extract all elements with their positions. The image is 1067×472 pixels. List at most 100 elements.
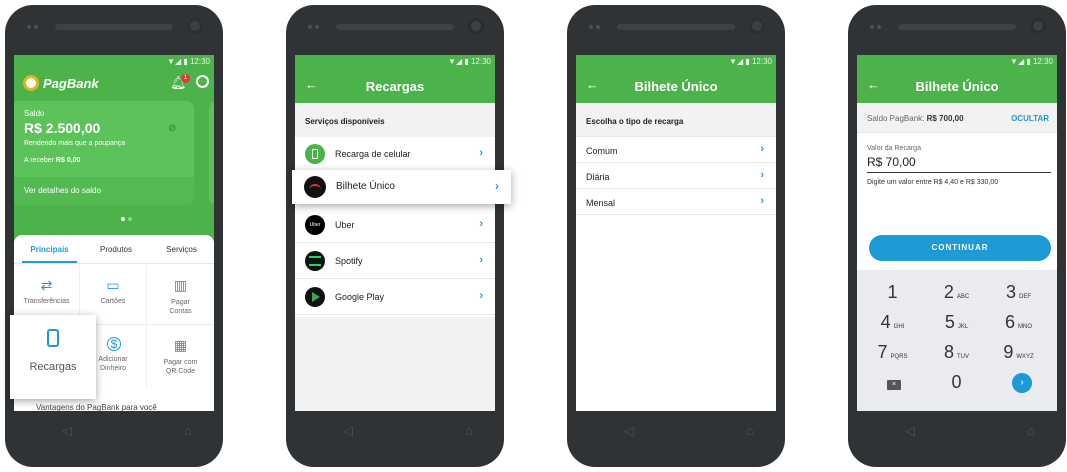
nav-back-icon[interactable]: ◁ (624, 423, 634, 439)
continue-button[interactable]: CONTINUAR (869, 235, 1051, 261)
eye-off-icon[interactable]: ⊘ (168, 123, 176, 134)
status-bar: ▼◢ ▮ 12:30 (857, 55, 1057, 69)
key-4[interactable]: 4 GHI (865, 312, 920, 333)
list-item-mensal[interactable]: Mensal › (576, 189, 776, 215)
section-title: Escolha o tipo de recarga (586, 117, 684, 126)
grid-item-recargas-highlight[interactable]: Recargas (10, 315, 96, 399)
tab-divider (14, 263, 214, 264)
nav-home-icon[interactable]: ⌂ (746, 423, 754, 438)
key-2[interactable]: 2 ABC (929, 282, 984, 303)
page-title: Bilhete Único (915, 79, 999, 94)
page-title: Bilhete Único (634, 79, 718, 94)
status-bar: ▼◢ ▮ 12:30 (576, 55, 776, 69)
recharge-amount-input[interactable]: R$ 70,00 (867, 155, 1051, 173)
phone-frame-3: ▼◢ ▮ 12:30 ← Bilhete Único Escolha o tip… (567, 5, 785, 467)
front-camera (1030, 18, 1046, 34)
grid-item-qr-code[interactable]: ▦ Pagar com QR Code (147, 325, 214, 387)
footer-text: Vantagens do PagBank para você (36, 403, 157, 411)
key-8[interactable]: 8 TUV (929, 342, 984, 363)
app-bar: ← Bilhete Único (576, 69, 776, 103)
list-item-google-play[interactable]: Google Play › (295, 279, 495, 315)
brand-name: PagBank (43, 76, 99, 91)
app-bar: ← Bilhete Único (857, 69, 1057, 103)
section-header: Escolha o tipo de recarga (576, 103, 776, 137)
screen-valor-recarga: ▼◢ ▮ 12:30 ← Bilhete Único Saldo PagBank… (857, 55, 1057, 411)
phone-frame-4: ▼◢ ▮ 12:30 ← Bilhete Único Saldo PagBank… (848, 5, 1066, 467)
yield-text: Rendendo mais que a poupança (24, 140, 126, 147)
recargas-label: Recargas (29, 361, 77, 373)
nav-home-icon[interactable]: ⌂ (1027, 423, 1035, 438)
phone-icon (305, 144, 325, 164)
key-6[interactable]: 6 MNO (991, 312, 1046, 333)
chevron-right-icon: › (479, 290, 483, 302)
list-item-spotify[interactable]: Spotify › (295, 243, 495, 279)
card-icon: ▭ (106, 277, 120, 293)
speaker-grille (336, 24, 454, 30)
key-9[interactable]: 9 WXYZ (991, 342, 1046, 363)
chevron-right-icon: › (479, 218, 483, 230)
front-camera (749, 18, 765, 34)
nav-home-icon[interactable]: ⌂ (465, 423, 473, 438)
chevron-right-icon: › (495, 179, 499, 193)
field-label: Valor da Recarga (867, 145, 921, 152)
phone-recharge-icon (47, 329, 59, 347)
chevron-right-icon: › (760, 169, 764, 181)
nav-back-icon[interactable]: ◁ (905, 423, 915, 439)
amount-hint: Digite um valor entre R$ 4,40 e R$ 330,0… (867, 179, 999, 186)
nav-home-icon[interactable]: ⌂ (184, 423, 192, 438)
android-nav-bar: ◁ ⌂ (295, 417, 495, 451)
barcode-icon: ▥ (173, 277, 188, 293)
balance-card[interactable]: Saldo R$ 2.500,00 ⊘ Rendendo mais que a … (14, 101, 194, 205)
details-link[interactable]: Ver detalhes do saldo (14, 177, 194, 205)
key-7[interactable]: 7 PQRS (865, 342, 920, 363)
key-5[interactable]: 5 JKL (929, 312, 984, 333)
tab-produtos[interactable]: Produtos (86, 245, 146, 254)
sensor-dots (27, 23, 47, 31)
balance-row: Saldo PagBank: R$ 700,00 OCULTAR (857, 103, 1057, 133)
hide-balance-link[interactable]: OCULTAR (1011, 114, 1049, 123)
list-item-comum[interactable]: Comum › (576, 137, 776, 163)
nav-back-icon[interactable]: ◁ (343, 423, 353, 439)
bilhete-unico-icon (304, 176, 326, 198)
next-card-peek[interactable] (209, 101, 214, 205)
list-item-uber[interactable]: Uber Uber › (295, 207, 495, 243)
balance-value: R$ 2.500,00 (24, 120, 101, 136)
balance-label: Saldo (24, 109, 45, 118)
list-item-recarga-celular[interactable]: Recarga de celular › (295, 137, 495, 171)
front-camera (468, 18, 484, 34)
speaker-grille (617, 24, 735, 30)
notification-badge: 1 (181, 74, 190, 83)
keypad-next-button[interactable]: › (1012, 373, 1032, 393)
chevron-right-icon: › (760, 143, 764, 155)
add-money-icon: $ (107, 337, 121, 351)
google-play-icon (305, 287, 325, 307)
phone-frame-2: ▼◢ ▮ 12:30 ← Recargas Serviços disponíve… (286, 5, 504, 467)
chevron-right-icon: › (479, 254, 483, 266)
grid-item-pagar-contas[interactable]: ▥ Pagar Contas (147, 265, 214, 325)
home-header: PagBank 🔔︎ 1 (14, 69, 214, 99)
key-3[interactable]: 3 DEF (991, 282, 1046, 303)
screen-recargas: ▼◢ ▮ 12:30 ← Recargas Serviços disponíve… (295, 55, 495, 411)
transfer-icon: ⇄ (40, 277, 53, 293)
carousel-dots (121, 217, 135, 221)
app-bar: ← Recargas (295, 69, 495, 103)
android-nav-bar: ◁ ⌂ (14, 417, 214, 451)
list-item-bilhete-unico-highlight[interactable]: Bilhete Único › (292, 170, 511, 204)
uber-icon: Uber (305, 215, 325, 235)
pagbank-logo-icon (23, 75, 39, 91)
numeric-keypad: 1 2 ABC 3 DEF 4 GHI 5 JKL 6 MNO 7 PQRS 8 TUV 9W… (857, 270, 1057, 411)
backspace-icon[interactable]: × (887, 380, 901, 390)
profile-icon[interactable] (196, 75, 209, 88)
tab-servicos[interactable]: Serviços (154, 245, 209, 254)
sensor-dots (589, 23, 609, 31)
tab-principais[interactable]: Principais (22, 245, 77, 254)
key-1[interactable]: 1 (865, 282, 920, 303)
page-title: Recargas (365, 79, 425, 94)
android-nav-bar: ◁ ⌂ (576, 417, 776, 451)
status-bar: ▼◢ ▮ 12:30 (14, 55, 214, 69)
spotify-icon (305, 251, 325, 271)
key-0[interactable]: 0 (929, 372, 984, 393)
nav-back-icon[interactable]: ◁ (62, 423, 72, 439)
list-item-diaria[interactable]: Diária › (576, 163, 776, 189)
receive-row: A receber R$ 0,00 (24, 157, 81, 164)
